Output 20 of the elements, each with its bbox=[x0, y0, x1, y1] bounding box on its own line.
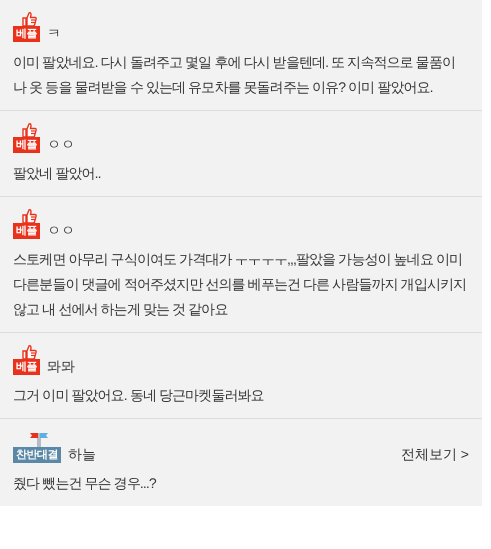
comment-text: 줬다 뺐는건 무슨 경우...? bbox=[13, 474, 158, 493]
comment-text: 이미 팔았네요. 다시 돌려주고 몇일 후에 다시 받을텐데. 또 지속적으로 물품이 나 옷 등을 물려받을 수 있는데 유모차를 못돌려주는 이유? 이미 팔았어요. bbox=[13, 53, 456, 97]
author-name: ㅋ bbox=[47, 25, 61, 42]
author-name: ㅇㅇ bbox=[47, 136, 75, 153]
author-name: 뫄뫄 bbox=[47, 358, 75, 375]
best-badge: 베플 bbox=[13, 359, 40, 375]
author-name: ㅇㅇ bbox=[47, 222, 75, 239]
thumbs-up-icon bbox=[21, 209, 37, 223]
thumbs-up-icon bbox=[21, 123, 37, 137]
best-badge: 찬반대결 bbox=[13, 447, 61, 463]
best-badge: 베플 bbox=[13, 26, 40, 42]
view-all-link[interactable]: 전체보기 > bbox=[400, 446, 469, 463]
best-badge: 베플 bbox=[13, 223, 40, 239]
best-badge: 베플 bbox=[13, 137, 40, 153]
thumbs-up-icon bbox=[21, 345, 37, 359]
comment-text: 그거 이미 팔았어요. 동네 당근마켓둘러봐요 bbox=[13, 386, 265, 405]
author-name: 하늘 bbox=[68, 446, 96, 463]
comment-text: 팔았네 팔았어.. bbox=[13, 164, 102, 183]
thumbs-up-icon bbox=[21, 12, 37, 26]
comment-text: 스토케면 아무리 구식이여도 가격대가 ㅜㅜㅜㅜ,,,팔았을 가능성이 높네요 이미 다른분들이 댓글에 적어주셨지만 선의를 베푸는건 다른 사람들까지 개입시키지 않고 내 선에서 하는게 맞는 것 같아요 bbox=[13, 250, 468, 319]
